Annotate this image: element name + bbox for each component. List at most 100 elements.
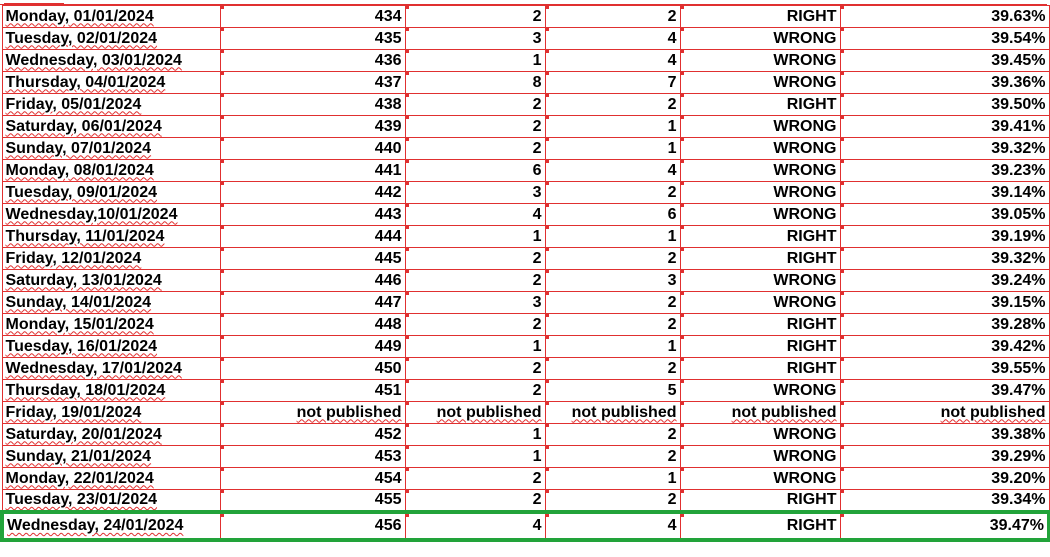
- date-cell[interactable]: Wednesday, 03/01/2024: [1, 49, 221, 72]
- draw-number-cell[interactable]: 450: [219, 357, 406, 380]
- result-cell[interactable]: WRONG: [679, 269, 841, 292]
- date-cell[interactable]: Monday, 15/01/2024: [1, 313, 221, 336]
- value-b-cell[interactable]: 7: [544, 71, 681, 94]
- value-a-cell[interactable]: 3: [404, 291, 546, 314]
- value-b-cell[interactable]: 4: [544, 49, 681, 72]
- value-b-cell[interactable]: 4: [544, 159, 681, 182]
- value-a-cell[interactable]: 1: [404, 423, 546, 446]
- value-b-cell[interactable]: not published: [544, 401, 681, 424]
- value-b-cell[interactable]: 2: [544, 291, 681, 314]
- draw-number-cell[interactable]: 435: [219, 27, 406, 50]
- value-a-cell[interactable]: 2: [404, 115, 546, 138]
- draw-number-cell[interactable]: 443: [219, 203, 406, 226]
- percentage-cell[interactable]: 39.05%: [839, 203, 1050, 226]
- value-b-cell[interactable]: 1: [544, 137, 681, 160]
- draw-number-cell[interactable]: 455: [219, 489, 406, 513]
- value-b-cell[interactable]: 2: [544, 445, 681, 468]
- result-cell[interactable]: WRONG: [679, 115, 841, 138]
- value-a-cell[interactable]: 2: [404, 247, 546, 270]
- value-b-cell[interactable]: 2: [544, 247, 681, 270]
- result-cell[interactable]: WRONG: [679, 379, 841, 402]
- date-cell[interactable]: Monday, 01/01/2024: [1, 5, 221, 28]
- percentage-cell[interactable]: 39.34%: [839, 489, 1050, 513]
- value-a-cell[interactable]: 4: [404, 203, 546, 226]
- date-cell[interactable]: Tuesday, 09/01/2024: [1, 181, 221, 204]
- result-cell[interactable]: WRONG: [679, 467, 841, 490]
- result-cell[interactable]: RIGHT: [679, 335, 841, 358]
- value-a-cell[interactable]: not published: [404, 401, 546, 424]
- result-cell[interactable]: RIGHT: [679, 225, 841, 248]
- value-a-cell[interactable]: 2: [404, 313, 546, 336]
- percentage-cell[interactable]: 39.20%: [839, 467, 1050, 490]
- draw-number-cell[interactable]: 453: [219, 445, 406, 468]
- date-cell[interactable]: Thursday, 18/01/2024: [1, 379, 221, 402]
- percentage-cell[interactable]: not published: [839, 401, 1050, 424]
- percentage-cell[interactable]: 39.15%: [839, 291, 1050, 314]
- percentage-cell[interactable]: 39.23%: [839, 159, 1050, 182]
- value-a-cell[interactable]: 2: [404, 93, 546, 116]
- value-a-cell[interactable]: 1: [404, 49, 546, 72]
- percentage-cell[interactable]: 39.28%: [839, 313, 1050, 336]
- value-a-cell[interactable]: 4: [404, 510, 546, 542]
- draw-number-cell[interactable]: 454: [219, 467, 406, 490]
- value-b-cell[interactable]: 2: [544, 181, 681, 204]
- value-b-cell[interactable]: 4: [544, 510, 681, 542]
- draw-number-cell[interactable]: 446: [219, 269, 406, 292]
- date-cell[interactable]: Monday, 22/01/2024: [1, 467, 221, 490]
- percentage-cell[interactable]: 39.24%: [839, 269, 1050, 292]
- value-a-cell[interactable]: 6: [404, 159, 546, 182]
- draw-number-cell[interactable]: 434: [219, 5, 406, 28]
- percentage-cell[interactable]: 39.50%: [839, 93, 1050, 116]
- date-cell[interactable]: Monday, 08/01/2024: [1, 159, 221, 182]
- result-cell[interactable]: RIGHT: [679, 489, 841, 513]
- result-cell[interactable]: WRONG: [679, 181, 841, 204]
- draw-number-cell[interactable]: 441: [219, 159, 406, 182]
- value-b-cell[interactable]: 4: [544, 27, 681, 50]
- date-cell[interactable]: Wednesday, 24/01/2024: [0, 510, 221, 542]
- percentage-cell[interactable]: 39.47%: [839, 510, 1050, 542]
- result-cell[interactable]: WRONG: [679, 49, 841, 72]
- date-cell[interactable]: Tuesday, 02/01/2024: [1, 27, 221, 50]
- value-a-cell[interactable]: 2: [404, 137, 546, 160]
- value-b-cell[interactable]: 2: [544, 357, 681, 380]
- draw-number-cell[interactable]: 438: [219, 93, 406, 116]
- date-cell[interactable]: Tuesday, 23/01/2024: [1, 489, 221, 513]
- draw-number-cell[interactable]: 445: [219, 247, 406, 270]
- result-cell[interactable]: RIGHT: [679, 5, 841, 28]
- date-cell[interactable]: Thursday, 04/01/2024: [1, 71, 221, 94]
- result-cell[interactable]: WRONG: [679, 137, 841, 160]
- draw-number-cell[interactable]: 452: [219, 423, 406, 446]
- percentage-cell[interactable]: 39.45%: [839, 49, 1050, 72]
- result-cell[interactable]: RIGHT: [679, 510, 841, 542]
- date-cell[interactable]: Friday, 05/01/2024: [1, 93, 221, 116]
- draw-number-cell[interactable]: 451: [219, 379, 406, 402]
- value-b-cell[interactable]: 6: [544, 203, 681, 226]
- percentage-cell[interactable]: 39.14%: [839, 181, 1050, 204]
- value-b-cell[interactable]: 1: [544, 467, 681, 490]
- result-cell[interactable]: RIGHT: [679, 247, 841, 270]
- date-cell[interactable]: Sunday, 07/01/2024: [1, 137, 221, 160]
- date-cell[interactable]: Thursday, 11/01/2024: [1, 225, 221, 248]
- value-a-cell[interactable]: 1: [404, 335, 546, 358]
- value-b-cell[interactable]: 2: [544, 313, 681, 336]
- draw-number-cell[interactable]: 436: [219, 49, 406, 72]
- value-a-cell[interactable]: 8: [404, 71, 546, 94]
- percentage-cell[interactable]: 39.32%: [839, 247, 1050, 270]
- value-a-cell[interactable]: 3: [404, 181, 546, 204]
- percentage-cell[interactable]: 39.54%: [839, 27, 1050, 50]
- result-cell[interactable]: WRONG: [679, 27, 841, 50]
- draw-number-cell[interactable]: 442: [219, 181, 406, 204]
- draw-number-cell[interactable]: 439: [219, 115, 406, 138]
- percentage-cell[interactable]: 39.41%: [839, 115, 1050, 138]
- value-b-cell[interactable]: 1: [544, 335, 681, 358]
- result-cell[interactable]: WRONG: [679, 203, 841, 226]
- draw-number-cell[interactable]: 449: [219, 335, 406, 358]
- draw-number-cell[interactable]: 440: [219, 137, 406, 160]
- date-cell[interactable]: Tuesday, 16/01/2024: [1, 335, 221, 358]
- percentage-cell[interactable]: 39.36%: [839, 71, 1050, 94]
- value-a-cell[interactable]: 2: [404, 379, 546, 402]
- draw-number-cell[interactable]: 437: [219, 71, 406, 94]
- date-cell[interactable]: Wednesday,10/01/2024: [1, 203, 221, 226]
- date-cell[interactable]: Friday, 12/01/2024: [1, 247, 221, 270]
- value-a-cell[interactable]: 2: [404, 357, 546, 380]
